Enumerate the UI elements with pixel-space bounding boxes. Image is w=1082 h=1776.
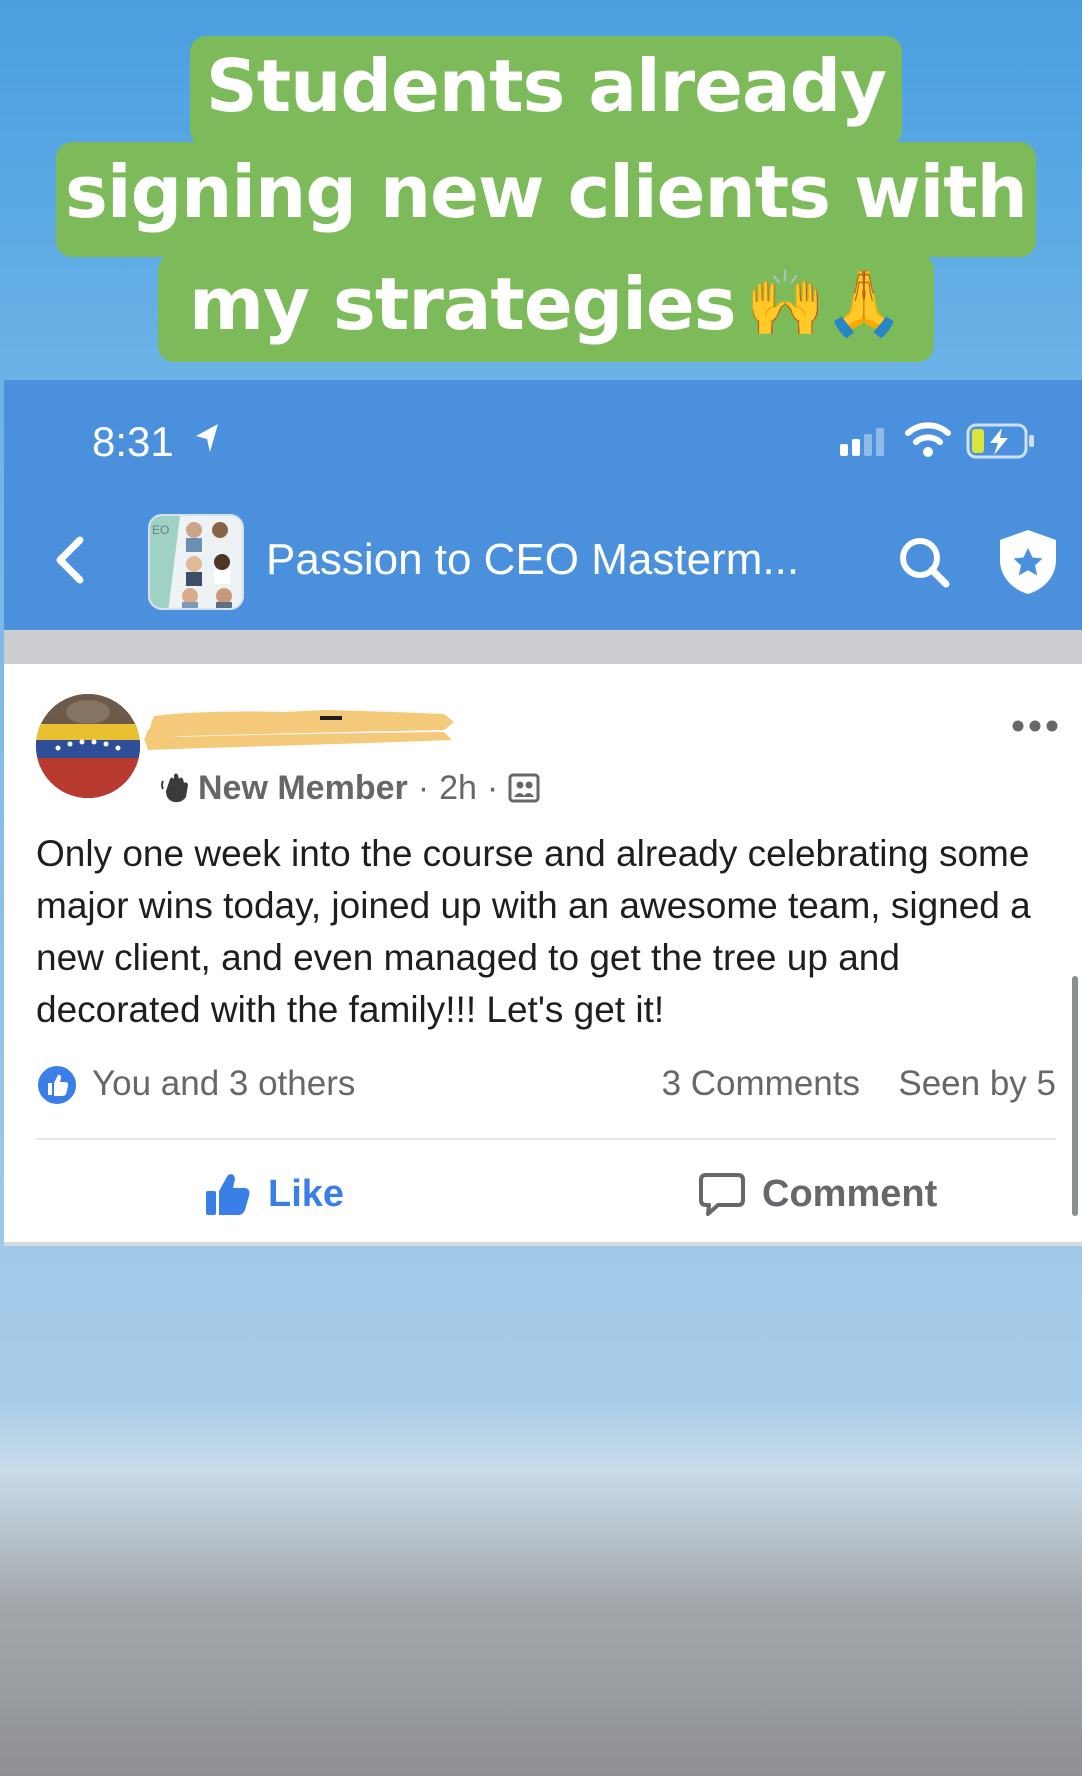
location-arrow-icon <box>196 424 218 452</box>
seen-by-count[interactable]: Seen by 5 <box>898 1064 1056 1104</box>
like-button[interactable]: Like <box>204 1166 344 1222</box>
post-meta: New Member · 2h · <box>160 764 540 812</box>
cellular-signal-icon <box>840 428 884 456</box>
comments-count[interactable]: 3 Comments <box>662 1064 860 1104</box>
comment-button[interactable]: Comment <box>698 1166 937 1222</box>
feed-separator <box>4 630 1082 664</box>
caption-line-2: signing new clients with <box>56 142 1036 257</box>
more-options-icon[interactable] <box>1010 716 1060 736</box>
search-icon[interactable] <box>894 532 954 592</box>
caption-line-3: my strategies 🙌🙏 <box>158 254 934 362</box>
author-role-badge: New Member <box>198 768 408 807</box>
thumbs-up-icon <box>206 1174 250 1215</box>
svg-text:EO: EO <box>152 523 169 537</box>
avatar-flag-image <box>36 694 140 798</box>
action-divider <box>36 1138 1056 1140</box>
story-caption: Students already signing new clients wit… <box>0 0 1082 380</box>
post-timestamp[interactable]: 2h <box>439 769 477 808</box>
admin-shield-icon[interactable] <box>996 528 1060 596</box>
group-collage-image: EO <box>150 516 242 608</box>
comment-label: Comment <box>762 1172 938 1215</box>
app-header: 8:31 EO Passion to CEO Masterm... <box>4 380 1082 630</box>
status-time: 8:31 <box>92 418 174 465</box>
redacted-author-name <box>144 710 454 750</box>
post-card: New Member · 2h · Only one week into the… <box>4 664 1082 1246</box>
author-avatar[interactable] <box>36 694 140 798</box>
like-label: Like <box>268 1172 345 1215</box>
waving-hand-icon <box>161 773 188 803</box>
post-body: Only one week into the course and alread… <box>36 833 1031 1030</box>
group-avatar[interactable]: EO <box>148 514 244 610</box>
praise-hands-emoji: 🙌🙏 <box>745 267 904 341</box>
caption-line-1: Students already <box>190 36 902 146</box>
meta-separator: · <box>417 768 430 807</box>
group-privacy-icon <box>508 773 540 803</box>
reactions-summary[interactable]: You and 3 others <box>92 1064 355 1104</box>
wifi-icon <box>905 422 951 457</box>
meta-separator: · <box>486 768 499 807</box>
group-title[interactable]: Passion to CEO Masterm... <box>266 535 799 585</box>
like-reaction-icon <box>36 1064 78 1106</box>
post-stats: You and 3 others 3 Comments Seen by 5 <box>36 1060 1056 1110</box>
battery-charging-icon <box>966 423 1034 459</box>
scrollbar[interactable] <box>1072 976 1078 1216</box>
back-chevron-icon[interactable] <box>50 532 90 588</box>
comment-bubble-icon <box>699 1173 745 1216</box>
